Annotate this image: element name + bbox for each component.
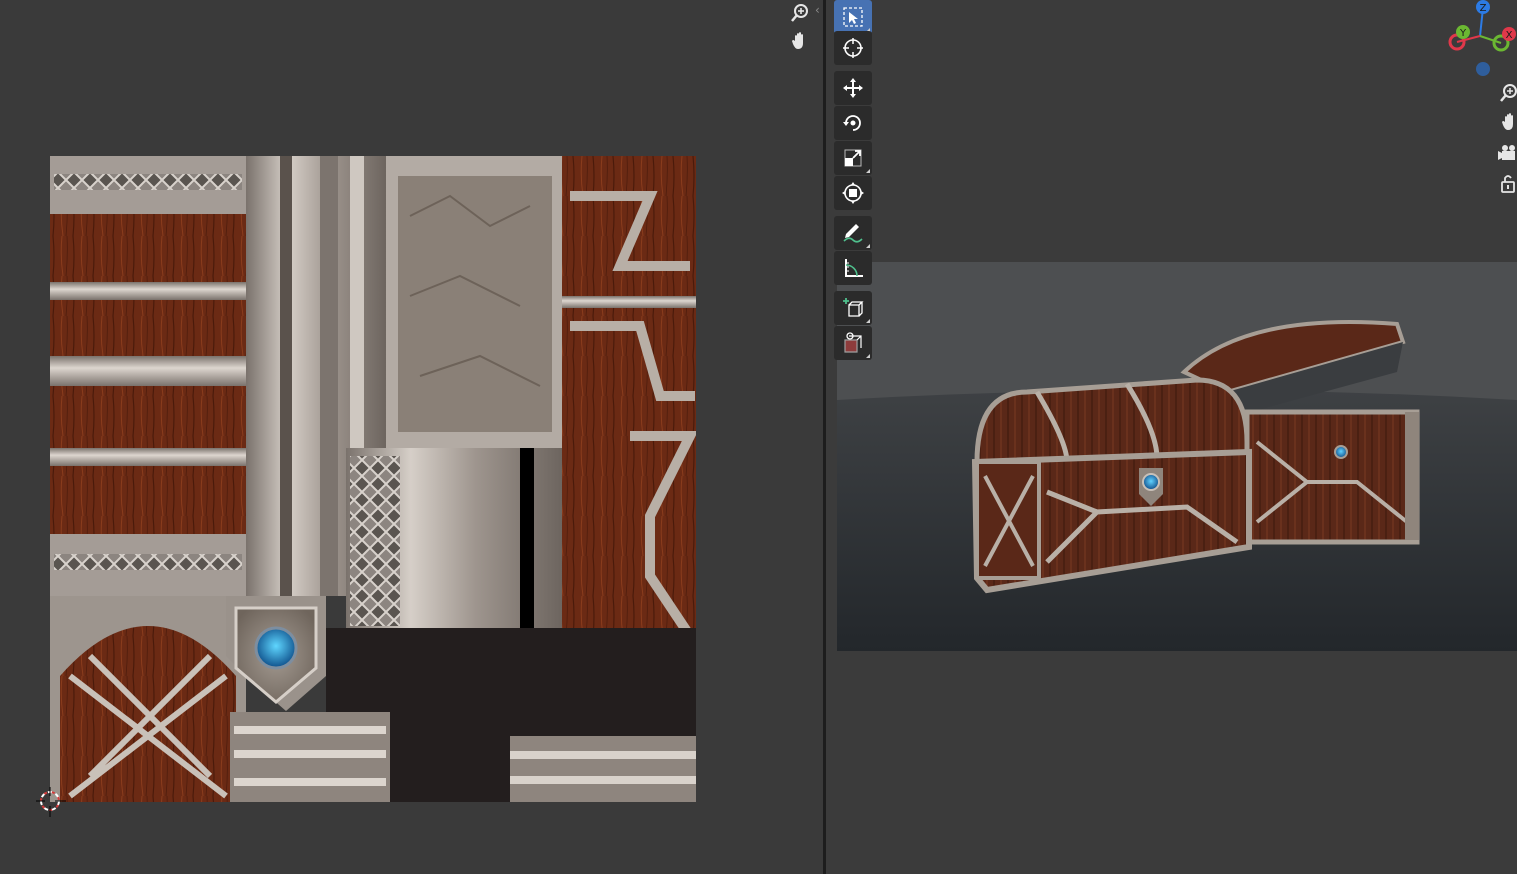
- z-axis-label: Z: [1480, 3, 1487, 14]
- add-cube-icon: [843, 298, 864, 317]
- 2d-cursor-icon[interactable]: [36, 787, 66, 817]
- add-cube-tool[interactable]: [834, 291, 872, 325]
- rotate-tool[interactable]: [834, 106, 872, 140]
- lock-icon[interactable]: [1496, 172, 1517, 196]
- zoom-icon[interactable]: [787, 0, 813, 26]
- scale-tool[interactable]: [834, 141, 872, 175]
- transform-tool[interactable]: [834, 176, 872, 210]
- measure-tool[interactable]: [834, 251, 872, 285]
- x-axis-label: X: [1506, 30, 1513, 41]
- viewport-zoom-icon[interactable]: [1496, 82, 1517, 106]
- transform-icon: [842, 182, 864, 204]
- neg-z-axis-handle[interactable]: [1476, 62, 1490, 76]
- cursor-tool[interactable]: [834, 31, 872, 65]
- select-box-icon: [843, 7, 863, 27]
- annotate-icon: [843, 224, 863, 243]
- rendered-view: [837, 262, 1517, 651]
- viewport-hand-pan-icon[interactable]: [1496, 111, 1517, 135]
- extrude-tool[interactable]: [834, 326, 872, 360]
- uv-editor-area[interactable]: ‹: [0, 0, 823, 874]
- scale-icon: [844, 149, 862, 167]
- extrude-icon: [844, 332, 862, 353]
- annotate-tool[interactable]: [834, 216, 872, 250]
- camera-icon[interactable]: [1496, 142, 1517, 166]
- select-box-tool[interactable]: [834, 0, 872, 34]
- y-axis-label: Y: [1459, 28, 1467, 39]
- move-icon: [843, 78, 863, 98]
- hand-pan-icon[interactable]: [787, 28, 813, 54]
- move-tool[interactable]: [834, 71, 872, 105]
- navigation-gizmo[interactable]: X Y Z: [1443, 0, 1517, 82]
- cursor-icon: [843, 38, 863, 58]
- rotate-icon: [843, 115, 861, 131]
- measure-icon: [845, 259, 863, 277]
- uv-texture-atlas[interactable]: [50, 156, 696, 802]
